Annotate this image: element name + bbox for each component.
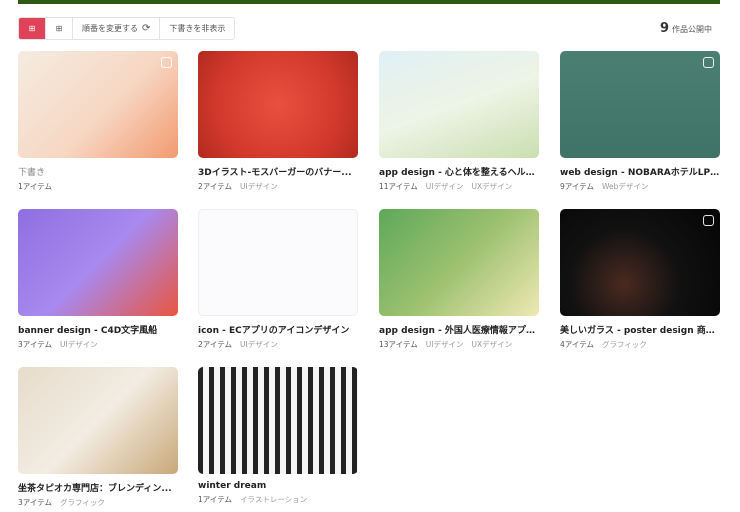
work-title[interactable]: app design - 外国人医療情報アプリ... [379, 323, 539, 336]
work-title[interactable]: banner design - C4D文字風船 [18, 323, 178, 336]
work-meta: 11アイテム UIデザイン UXデザイン [379, 181, 539, 192]
compact-view-button[interactable]: ⊞ [46, 18, 73, 39]
item-count: 2アイテム [198, 340, 233, 349]
item-count: 13アイテム [379, 340, 418, 349]
hide-drafts-button[interactable]: 下書きを非表示 [160, 18, 235, 39]
sort-button[interactable]: 順番を変更する ⟳ [73, 18, 161, 39]
category-tag: UIデザイン [240, 340, 278, 349]
category-tag: UIデザイン [425, 182, 464, 191]
category-tag: グラフィック [60, 498, 105, 507]
category-tag: グラフィック [602, 340, 647, 349]
work-meta: 1アイテム [18, 181, 178, 192]
work-card[interactable]: winter dream 1アイテム イラストレーション [198, 367, 358, 505]
work-title[interactable]: 3Dイラスト-モスバーガーのバナー... [198, 165, 358, 178]
work-meta: 4アイテム グラフィック [560, 339, 720, 350]
work-card[interactable]: 3Dイラスト-モスバーガーのバナー... 2アイテム UIデザイン [198, 51, 358, 192]
grid-small-icon: ⊞ [55, 24, 63, 33]
published-label: 作品公開中 [672, 25, 712, 34]
category-tag: UIデザイン [240, 182, 278, 191]
category-tag: イラストレーション [240, 495, 308, 504]
work-card[interactable]: web design - NOBARAホテルLP制作 9アイテム Webデザイン [560, 51, 720, 192]
category-tag: Webデザイン [602, 182, 649, 191]
top-accent-bar [18, 0, 720, 4]
work-thumbnail[interactable] [198, 367, 358, 474]
view-toolbar: ⊞ ⊞ 順番を変更する ⟳ 下書きを非表示 [18, 17, 236, 40]
refresh-icon: ⟳ [142, 23, 151, 34]
work-card[interactable]: banner design - C4D文字風船 3アイテム UIデザイン [18, 209, 178, 350]
work-title[interactable]: 下書き [18, 165, 178, 178]
work-title[interactable]: 坐茶タピオカ専門店：ブレンディン... [18, 481, 178, 494]
work-meta: 2アイテム UIデザイン [198, 181, 358, 192]
work-title[interactable]: winter dream [198, 481, 358, 491]
work-meta: 13アイテム UIデザイン UXデザイン [379, 339, 539, 350]
work-card[interactable]: app design - 外国人医療情報アプリ... 13アイテム UIデザイン U… [379, 209, 539, 350]
work-thumbnail[interactable] [379, 51, 539, 158]
work-meta: 9アイテム Webデザイン [560, 181, 720, 192]
work-card[interactable]: 美しいガラス - poster design 商品... 4アイテム グラフィック [560, 209, 720, 350]
published-count: 9 作品公開中 [660, 21, 712, 36]
item-count: 9アイテム [560, 182, 595, 191]
work-card[interactable]: 坐茶タピオカ専門店：ブレンディン... 3アイテム グラフィック [18, 367, 178, 508]
item-count: 3アイテム [18, 340, 53, 349]
work-card[interactable]: app design - 心と体を整えるヘルス... 11アイテム UIデザイン U… [379, 51, 539, 192]
work-meta: 2アイテム UIデザイン [198, 339, 358, 350]
multi-image-icon [703, 215, 714, 226]
item-count: 3アイテム [18, 498, 53, 507]
item-count: 1アイテム [198, 495, 233, 504]
work-meta: 1アイテム イラストレーション [198, 494, 358, 505]
work-title[interactable]: icon - ECアプリのアイコンデザイン [198, 323, 358, 336]
work-card[interactable]: icon - ECアプリのアイコンデザイン 2アイテム UIデザイン [198, 209, 358, 350]
category-tag: UIデザイン [425, 340, 464, 349]
work-thumbnail[interactable] [560, 209, 720, 316]
work-card[interactable]: 下書き 1アイテム [18, 51, 178, 192]
work-thumbnail[interactable] [379, 209, 539, 316]
work-thumbnail[interactable] [198, 51, 358, 158]
grid-icon: ⊞ [28, 24, 36, 33]
item-count: 1アイテム [18, 182, 53, 191]
published-number: 9 [659, 21, 669, 36]
work-thumbnail[interactable] [198, 209, 358, 316]
item-count: 4アイテム [560, 340, 595, 349]
category-tag: UXデザイン [471, 340, 513, 349]
multi-image-icon [703, 57, 714, 68]
work-title[interactable]: app design - 心と体を整えるヘルス... [379, 165, 539, 178]
category-tag: UIデザイン [60, 340, 98, 349]
work-meta: 3アイテム UIデザイン [18, 339, 178, 350]
grid-view-button[interactable]: ⊞ [19, 18, 46, 39]
sort-label: 順番を変更する [82, 24, 138, 33]
work-meta: 3アイテム グラフィック [18, 497, 178, 508]
multi-image-icon [161, 57, 172, 68]
work-thumbnail[interactable] [560, 51, 720, 158]
hide-drafts-label: 下書きを非表示 [169, 24, 226, 33]
work-thumbnail[interactable] [18, 209, 178, 316]
work-title[interactable]: web design - NOBARAホテルLP制作 [560, 165, 720, 178]
item-count: 11アイテム [379, 182, 418, 191]
category-tag: UXデザイン [471, 182, 513, 191]
work-title[interactable]: 美しいガラス - poster design 商品... [560, 323, 720, 336]
work-thumbnail[interactable] [18, 51, 178, 158]
work-thumbnail[interactable] [18, 367, 178, 474]
item-count: 2アイテム [198, 182, 233, 191]
